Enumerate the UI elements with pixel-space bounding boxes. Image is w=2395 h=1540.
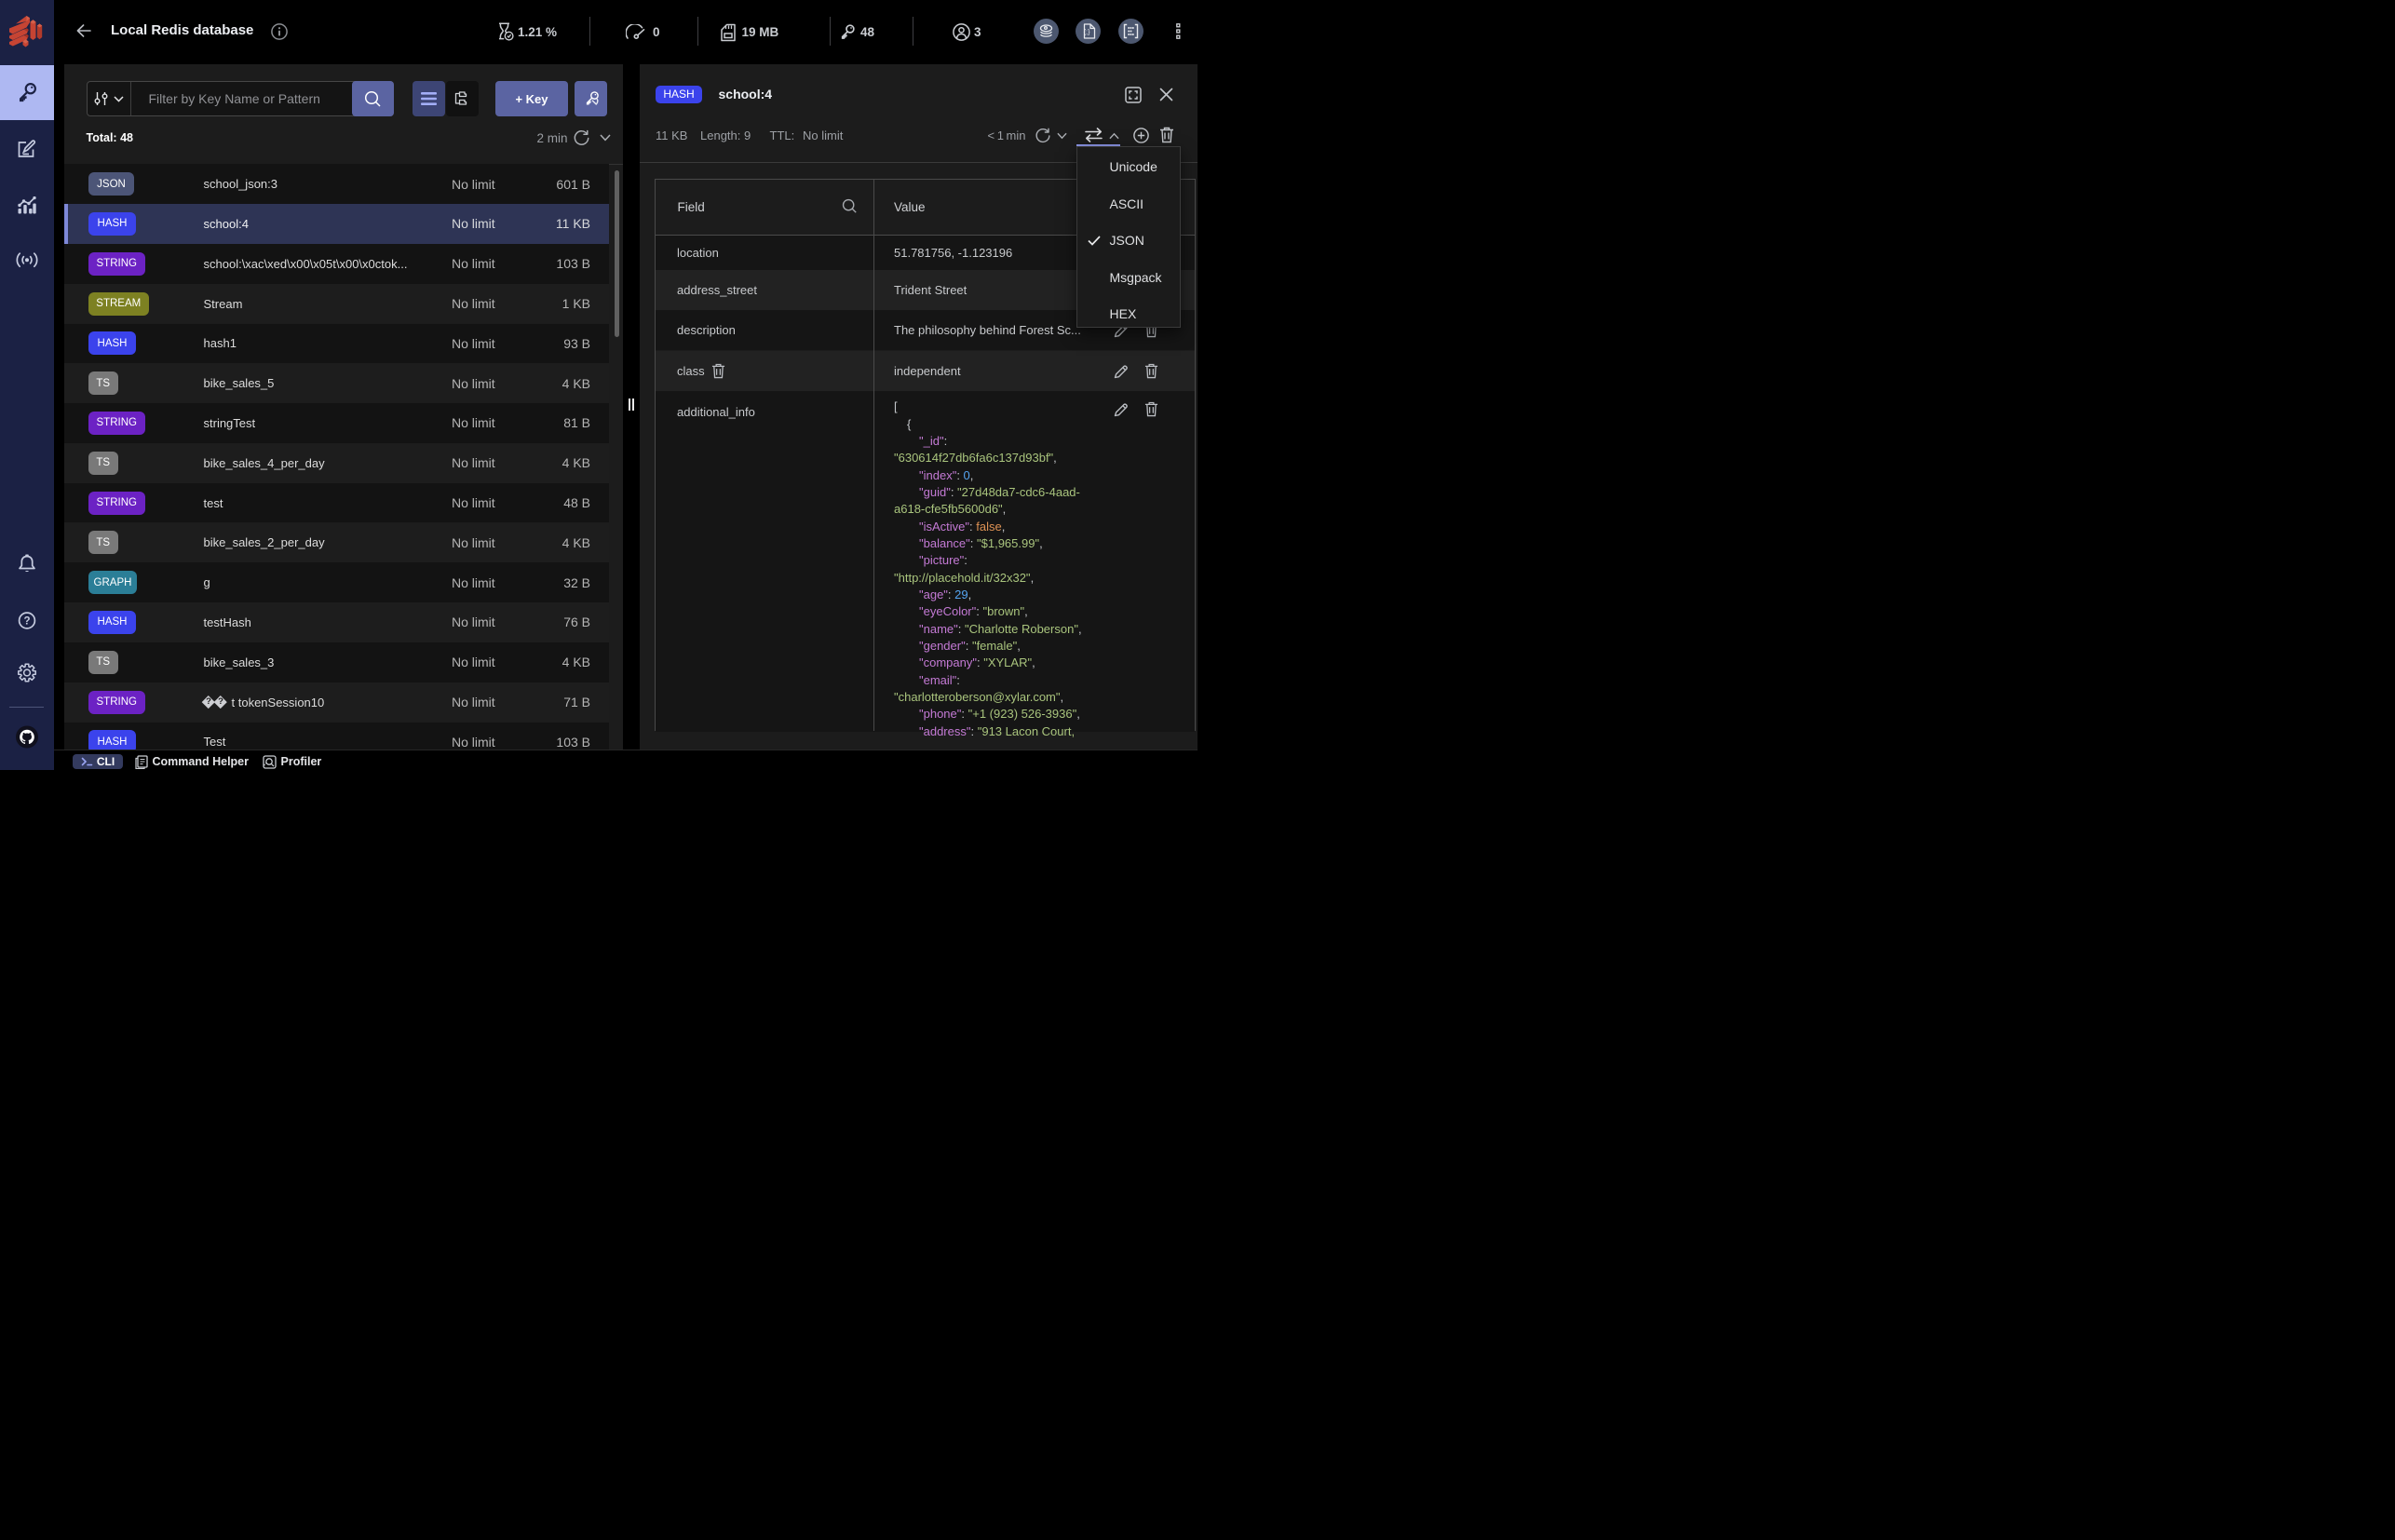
svg-text:?: ? xyxy=(23,616,30,628)
svg-text:{;}: {;} xyxy=(1083,29,1089,35)
